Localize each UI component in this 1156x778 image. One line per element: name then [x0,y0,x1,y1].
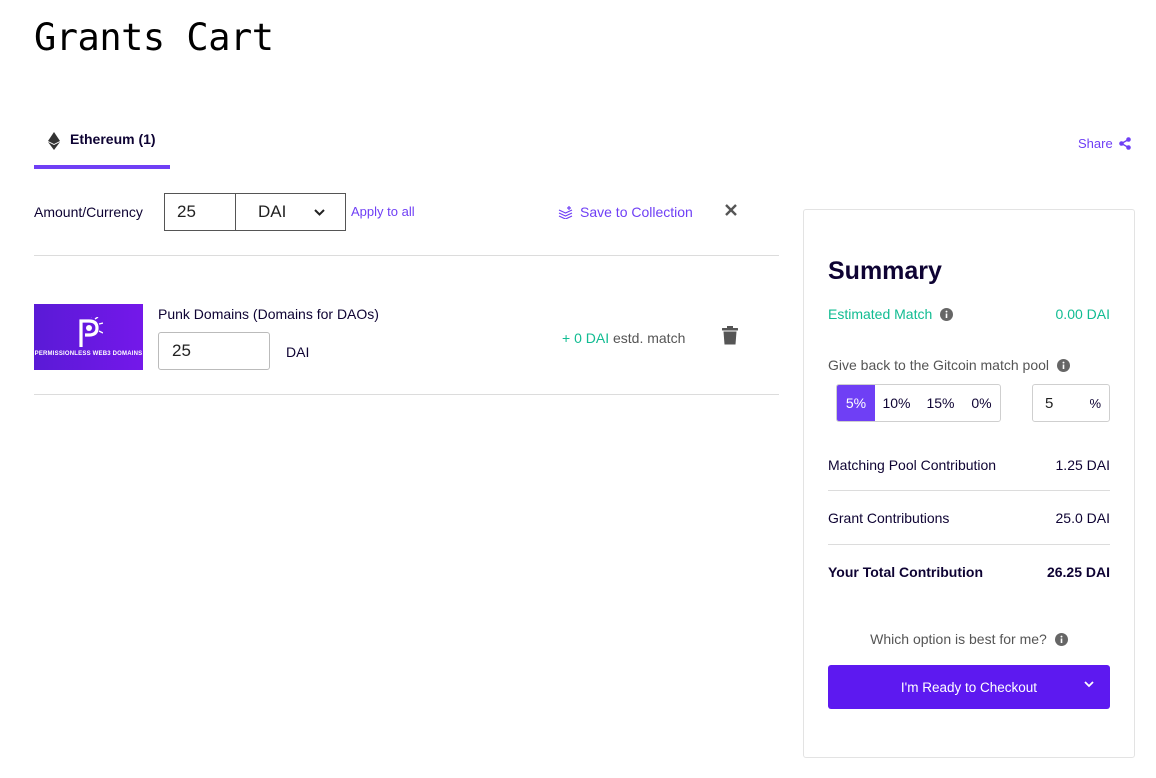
collection-icon [558,205,573,219]
grant-contributions-label: Grant Contributions [828,510,950,526]
custom-percent-field: % [1032,384,1110,422]
close-icon[interactable] [724,203,738,217]
amount-currency-bar: Amount/Currency DAI Apply to all Save to… [34,193,779,231]
which-option-text: Which option is best for me? [870,631,1047,647]
info-icon [1054,632,1068,646]
save-to-collection-button[interactable]: Save to Collection [558,204,693,220]
chevron-down-icon [314,208,325,216]
summary-divider [828,490,1110,491]
matching-pool-label: Matching Pool Contribution [828,457,997,473]
percent-option-5[interactable]: 5% [837,385,875,421]
total-contribution-value: 26.25 DAI [1046,564,1110,580]
grant-logo-text: PERMISSIONLESS WEB3 DOMAINS [34,351,143,357]
grant-currency: DAI [286,344,310,360]
grant-row: PERMISSIONLESS WEB3 DOMAINS Punk Domains… [34,304,779,374]
tab-ethereum[interactable]: Ethereum (1) [34,124,170,169]
estimated-match-label-text: Estimated Match [828,306,933,322]
total-contribution-label: Your Total Contribution [828,564,984,580]
chevron-down-icon[interactable] [1084,681,1094,688]
estimated-match-text: + 0 DAI estd. match [562,330,685,346]
divider [34,394,779,395]
grant-logo: PERMISSIONLESS WEB3 DOMAINS [34,304,143,370]
custom-percent-input[interactable] [1045,394,1085,412]
grant-amount-input[interactable] [158,332,270,370]
summary-divider [828,544,1110,545]
total-contribution-row: Your Total Contribution 26.25 DAI [828,564,1110,580]
grant-contributions-row: Grant Contributions 25.0 DAI [828,510,1110,526]
share-link[interactable]: Share [1078,136,1131,151]
currency-select[interactable]: DAI [235,193,346,231]
punk-domains-logo-icon [78,317,103,347]
grant-contributions-value: 25.0 DAI [1055,510,1110,526]
ethereum-icon [48,132,60,150]
checkout-label: I'm Ready to Checkout [900,679,1038,695]
summary-title: Summary [828,257,942,285]
checkout-button[interactable]: I'm Ready to Checkout [828,665,1110,709]
info-icon[interactable] [940,307,954,321]
match-value: + 0 DAI [562,330,610,346]
percent-sign: % [1089,395,1101,411]
summary-panel: Summary Estimated Match 0.00 DAI Give ba… [803,209,1135,758]
which-option-link[interactable]: Which option is best for me? [804,631,1134,647]
match-suffix: estd. match [609,330,686,346]
matching-pool-row: Matching Pool Contribution 1.25 DAI [828,457,1110,473]
giveback-label-text: Give back to the Gitcoin match pool [828,357,1049,373]
currency-value: DAI [258,202,287,221]
percent-option-10[interactable]: 10% [875,385,918,421]
giveback-label: Give back to the Gitcoin match pool [828,357,1070,373]
estimated-match-value: 0.00 DAI [1055,306,1110,322]
tab-label: Ethereum (1) [70,131,156,147]
matching-pool-value: 1.25 DAI [1055,457,1110,473]
share-label: Share [1078,136,1113,151]
estimated-match-label: Estimated Match [828,306,954,322]
percent-option-15[interactable]: 15% [918,385,963,421]
divider [34,255,779,256]
amount-input[interactable] [164,193,236,231]
apply-to-all-link[interactable]: Apply to all [351,204,415,219]
percent-option-0[interactable]: 0% [963,385,1000,421]
giveback-percent-group: 5% 10% 15% 0% [836,384,1001,422]
page-title: Grants Cart [34,16,274,59]
share-icon [1118,137,1131,150]
trash-icon[interactable] [722,326,738,345]
amount-currency-label: Amount/Currency [34,204,143,220]
info-icon[interactable] [1057,358,1070,372]
save-to-collection-label: Save to Collection [580,204,693,220]
grant-title-link[interactable]: Punk Domains (Domains for DAOs) [158,306,379,322]
